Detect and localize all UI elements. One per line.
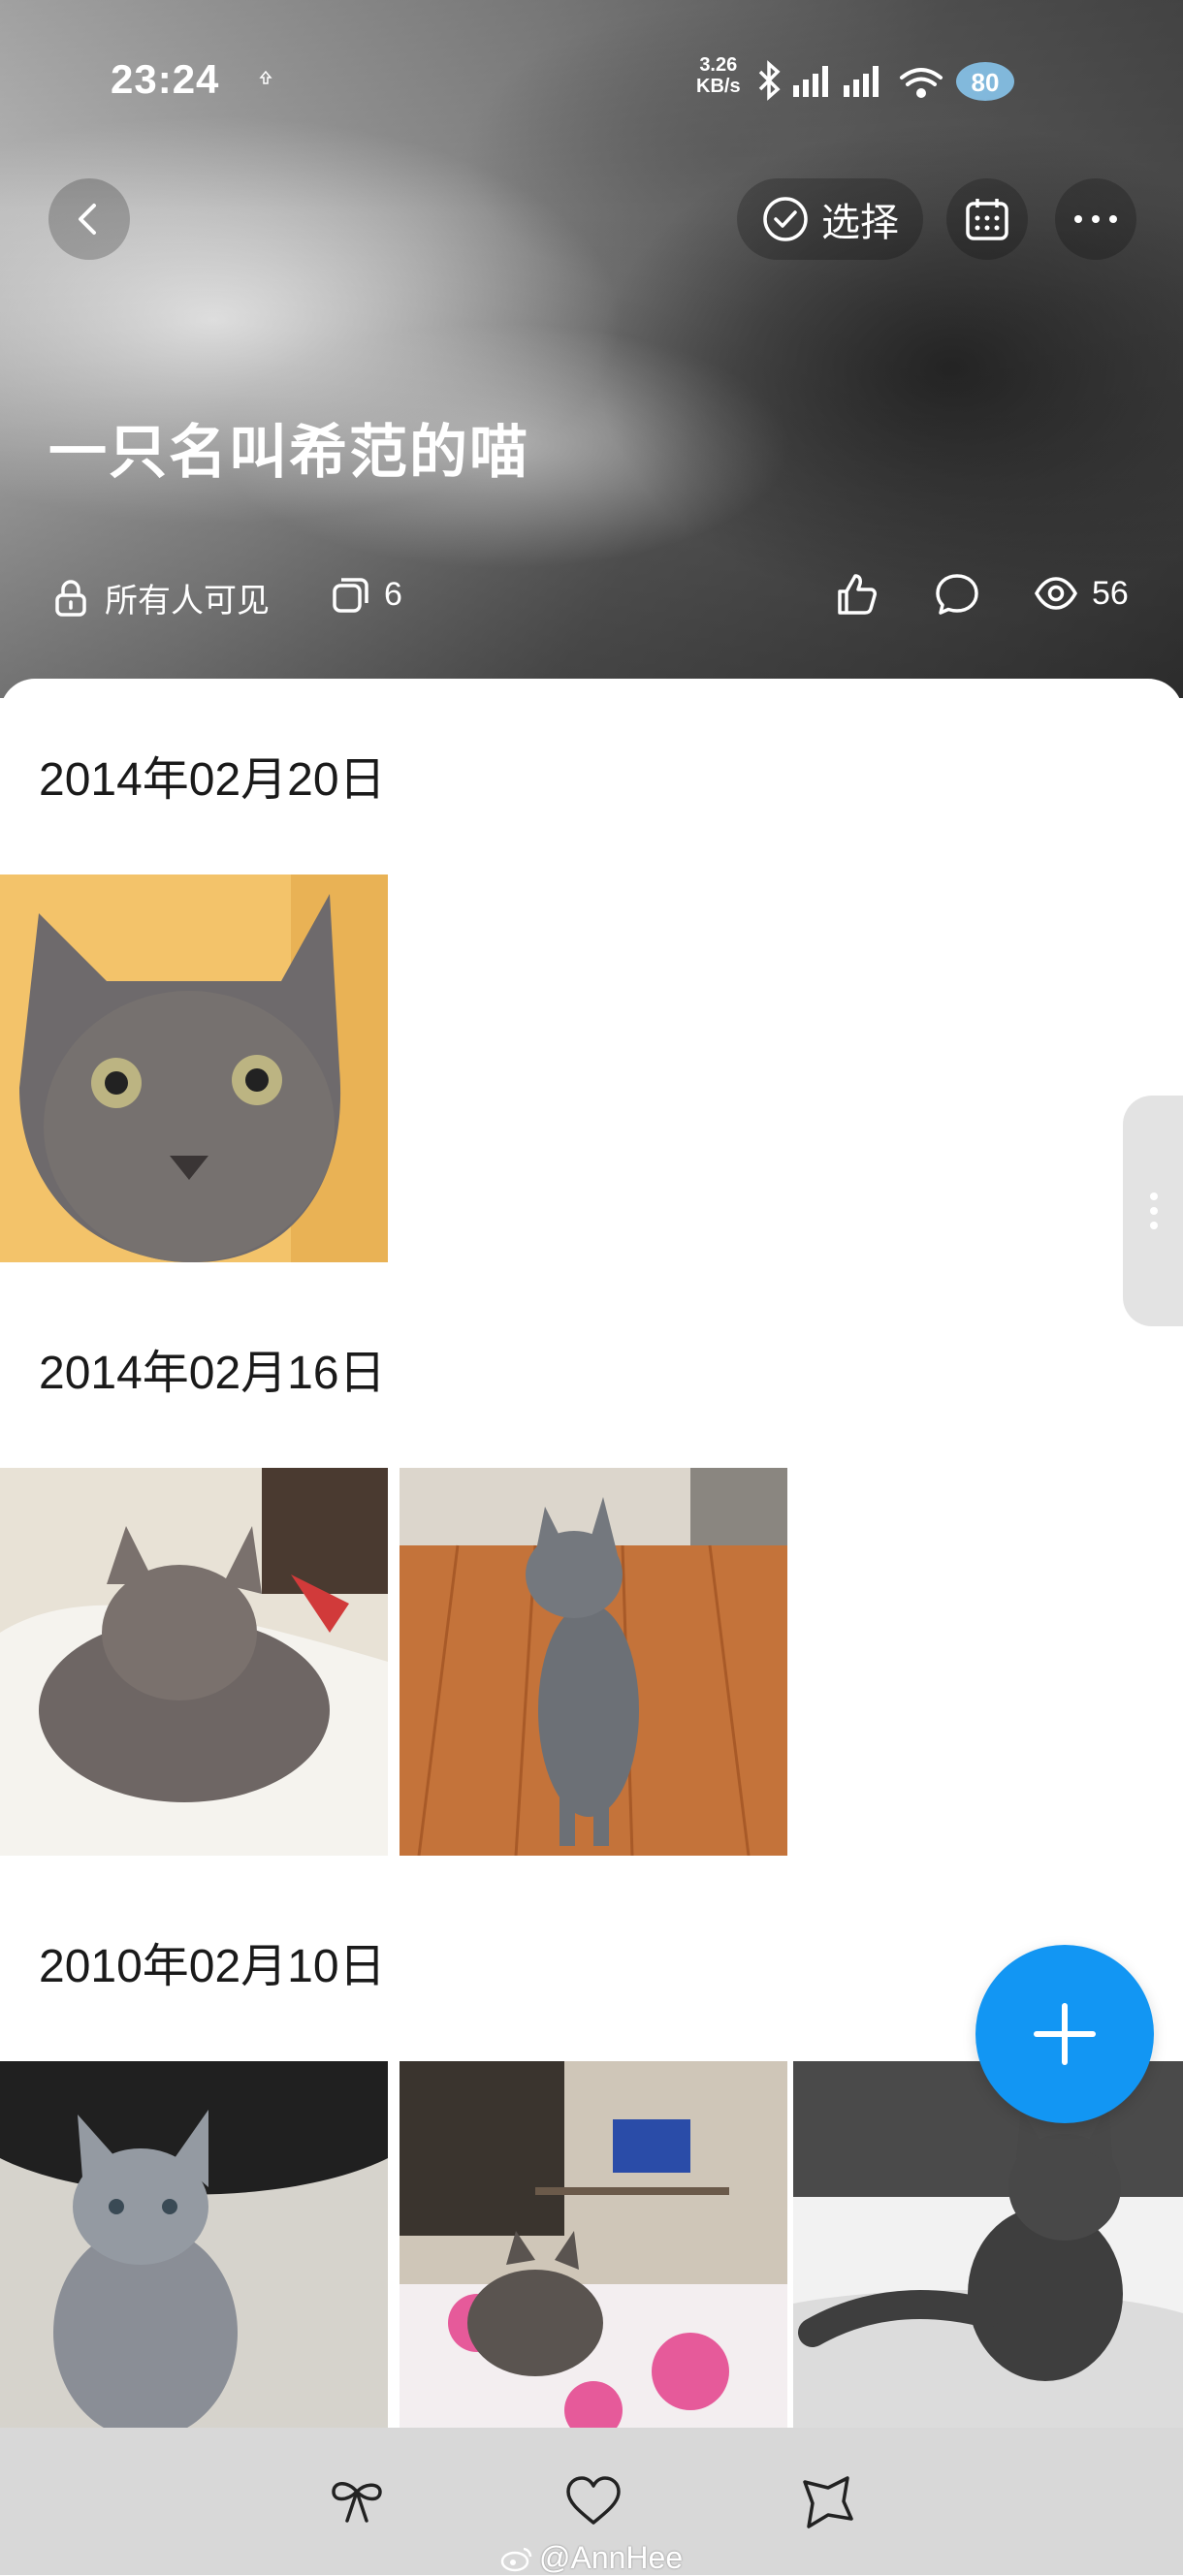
select-label: 选择 [821, 202, 899, 244]
battery-icon: 80 [956, 62, 1014, 101]
cat-photo [0, 2061, 388, 2428]
cat-photo [0, 1468, 388, 1856]
add-photo-button[interactable] [975, 1945, 1154, 2123]
eye-icon [1035, 577, 1077, 610]
svg-text:80: 80 [972, 68, 1000, 97]
cat-photo [400, 1468, 787, 1856]
photo-thumbnail[interactable] [0, 875, 388, 1262]
view-count: 56 [1034, 574, 1129, 613]
star-icon[interactable] [795, 2474, 857, 2528]
more-button[interactable] [1055, 178, 1136, 260]
select-button[interactable]: 选择 [737, 178, 923, 260]
photo-count: 6 [330, 574, 402, 615]
bow-icon[interactable] [326, 2474, 388, 2528]
calendar-icon [966, 199, 1008, 240]
back-button[interactable] [48, 178, 130, 260]
photos-stack-icon [333, 578, 368, 613]
net-speed: 3.26 KB/s [696, 54, 741, 97]
more-icon [1074, 215, 1117, 223]
photo-thumbnail[interactable] [793, 2061, 1183, 2428]
status-icons: 80 [758, 60, 1014, 101]
date-header: 2010年02月10日 [39, 1941, 386, 1992]
photo-thumbnail[interactable] [400, 1468, 787, 1856]
watermark: @AnnHee [500, 2540, 683, 2576]
album-meta: 所有人可见 6 56 [0, 562, 1183, 630]
like-icon[interactable] [832, 570, 880, 619]
photo-thumbnail[interactable] [0, 2061, 388, 2428]
wifi-icon [900, 68, 943, 98]
bottom-toolbar: @AnnHee [0, 2428, 1183, 2575]
cat-photo [0, 875, 388, 1262]
status-time: 23:24 [111, 56, 220, 102]
check-circle-icon [763, 197, 808, 241]
album-cover: 23:24 3.26 KB/s 80 选择 一只名叫希范的喵 所有人可见 6 5… [0, 0, 1183, 698]
status-bar: 23:24 3.26 KB/s 80 [0, 54, 1183, 112]
privacy-label: 所有人可见 [105, 583, 270, 620]
cat-photo [400, 2061, 787, 2428]
data-saver-icon [259, 70, 272, 84]
chevron-left-icon [79, 204, 96, 235]
date-header: 2014年02月16日 [39, 1348, 386, 1399]
photo-count-value: 6 [384, 575, 402, 613]
photo-thumbnail[interactable] [0, 1468, 388, 1856]
cat-photo [793, 2061, 1183, 2428]
album-title: 一只名叫希范的喵 [48, 420, 529, 485]
heart-icon[interactable] [562, 2474, 624, 2528]
photo-thumbnail[interactable] [400, 2061, 787, 2428]
signal-icon [793, 66, 828, 97]
calendar-button[interactable] [946, 178, 1028, 260]
date-header: 2014年02月20日 [39, 754, 386, 806]
view-count-value: 56 [1092, 574, 1129, 612]
plus-icon [1034, 2003, 1096, 2065]
photo-timeline: 2014年02月20日 2014年02月16日 2010年02月10日 [0, 679, 1183, 2575]
side-drawer-handle[interactable] [1123, 1096, 1183, 1326]
comment-icon[interactable] [933, 570, 981, 619]
signal-icon [844, 66, 879, 97]
privacy-setting[interactable]: 所有人可见 [50, 574, 270, 621]
lock-icon [55, 579, 86, 617]
bluetooth-icon [758, 60, 781, 101]
weibo-icon [500, 2547, 532, 2571]
